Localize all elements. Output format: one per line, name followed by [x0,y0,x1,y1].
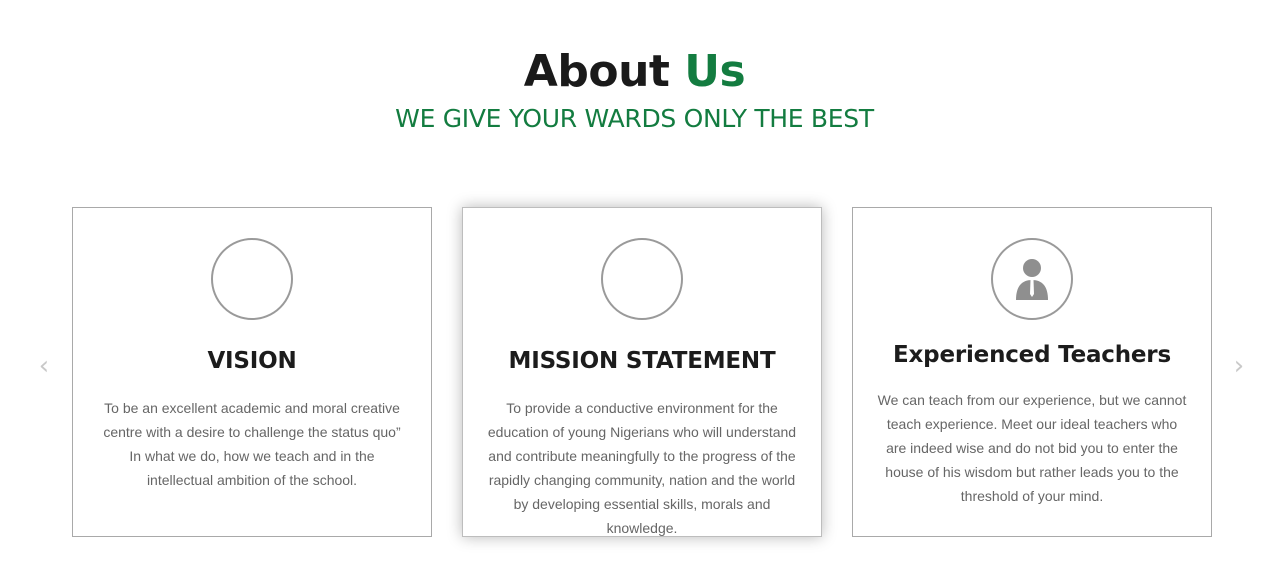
teacher-icon-circle [991,238,1073,320]
chevron-left-icon: ‹ [38,351,50,381]
circle-icon [601,238,683,320]
card-title: VISION [207,348,297,374]
about-card-vision: VISION To be an excellent academic and m… [72,207,432,537]
card-text: To provide a conductive environment for … [487,400,797,536]
about-card-teachers: Experienced Teachers We can teach from o… [852,207,1212,537]
circle-icon [211,238,293,320]
card-text: To be an excellent academic and moral cr… [103,400,401,488]
card-text: We can teach from our experience, but we… [877,392,1187,504]
card-title: Experienced Teachers [893,342,1171,368]
chevron-right-icon: › [1233,351,1245,381]
carousel-prev-button[interactable]: ‹ [34,351,54,381]
carousel-next-button[interactable]: › [1229,351,1249,381]
about-card-mission: MISSION STATEMENT To provide a conductiv… [462,207,822,537]
card-title: MISSION STATEMENT [508,348,776,374]
teacher-icon [1016,259,1048,300]
about-carousel: ‹ VISION To be an excellent academic and… [0,0,1269,586]
